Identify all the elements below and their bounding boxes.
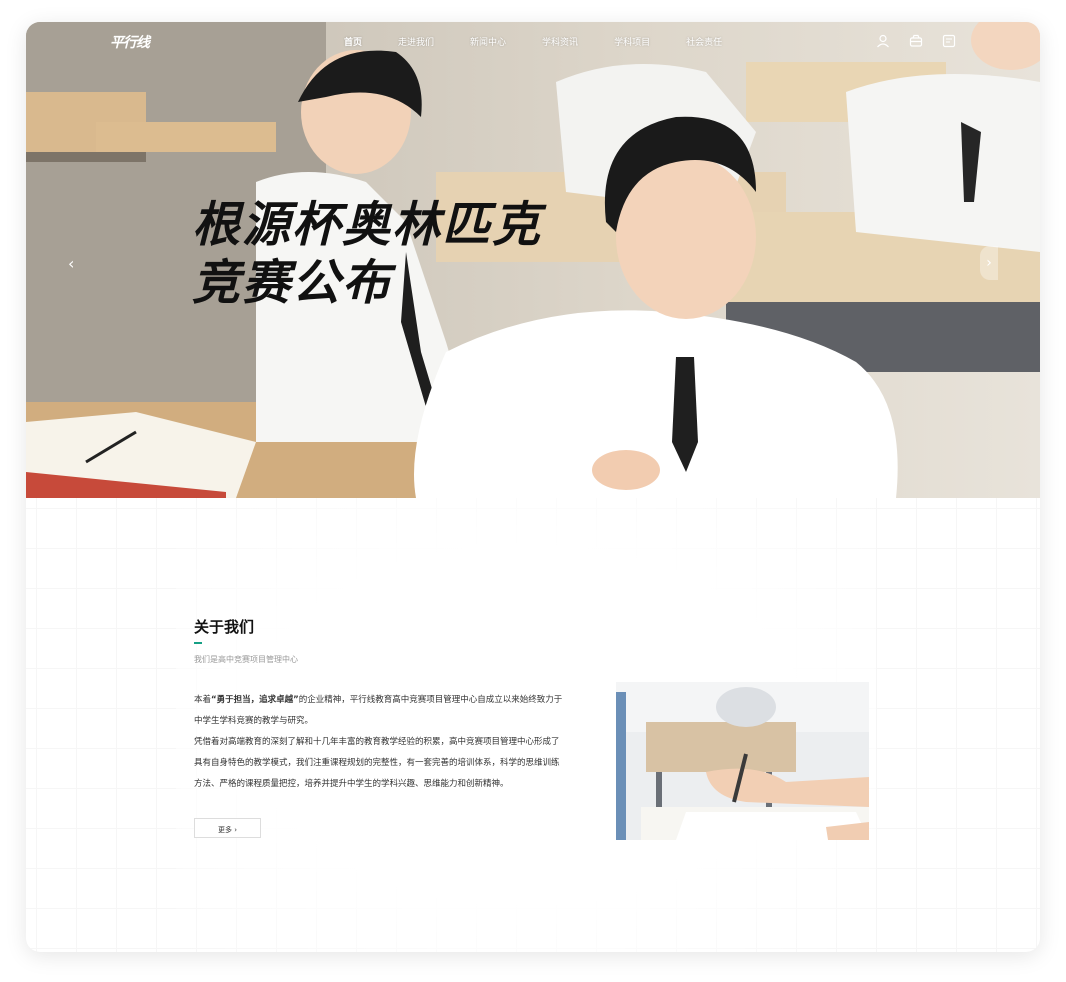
- main-menu: 首页 走进我们 新闻中心 学科资讯 学科项目 社会责任: [344, 35, 758, 48]
- prev-slide-icon[interactable]: ‹: [68, 254, 74, 273]
- about-paragraph-2: 凭借着对高端教育的深刻了解和十几年丰富的教育教学经验的积累，高中竞赛项目管理中心…: [194, 737, 560, 789]
- user-icon[interactable]: [876, 33, 890, 48]
- nav-item-subject-projects[interactable]: 学科项目: [614, 35, 650, 48]
- title-accent-bar: [194, 642, 202, 644]
- slide-dot-1[interactable]: [486, 485, 528, 487]
- nav-item-news[interactable]: 新闻中心: [470, 35, 506, 48]
- hero-title-line-1: 根源杯奥林匹克: [192, 197, 543, 253]
- p1-motto: “勇于担当，追求卓越”: [211, 695, 299, 705]
- next-slide-icon[interactable]: ›: [980, 246, 998, 280]
- cart-icon[interactable]: [909, 33, 923, 47]
- nav-icons: [876, 33, 975, 48]
- document-icon[interactable]: [942, 33, 956, 48]
- nav-item-social-responsibility[interactable]: 社会责任: [686, 35, 722, 48]
- top-nav: 平行线 首页 走进我们 新闻中心 学科资讯 学科项目 社会责任: [26, 22, 1040, 60]
- hero-banner[interactable]: 平行线 首页 走进我们 新闻中心 学科资讯 学科项目 社会责任 根源杯奥林匹克 …: [26, 22, 1040, 498]
- hero-title: 根源杯奥林匹克 竞赛公布: [192, 196, 542, 312]
- nav-item-subject-info[interactable]: 学科资讯: [542, 35, 578, 48]
- about-image: [616, 682, 869, 840]
- nav-item-about[interactable]: 走进我们: [398, 35, 434, 48]
- about-description: 本着“勇于担当，追求卓越”的企业精神，平行线教育高中竞赛项目管理中心自成立以来始…: [194, 690, 566, 795]
- slide-dot-2[interactable]: [534, 485, 576, 487]
- about-paragraph-1: 本着“勇于担当，追求卓越”的企业精神，平行线教育高中竞赛项目管理中心自成立以来始…: [194, 690, 566, 732]
- about-subtitle: 我们是高中竞赛项目管理中心: [194, 655, 298, 664]
- nav-item-home[interactable]: 首页: [344, 35, 362, 48]
- about-title: 关于我们: [194, 618, 255, 636]
- page-card: 平行线 首页 走进我们 新闻中心 学科资讯 学科项目 社会责任 根源杯奥林匹克 …: [26, 22, 1040, 952]
- slide-indicators: [486, 485, 582, 487]
- hero-title-line-2: 竞赛公布: [192, 255, 393, 311]
- site-logo[interactable]: 平行线: [110, 32, 150, 52]
- p1-prefix: 本着: [194, 695, 212, 705]
- more-button[interactable]: 更多 ›: [194, 818, 261, 838]
